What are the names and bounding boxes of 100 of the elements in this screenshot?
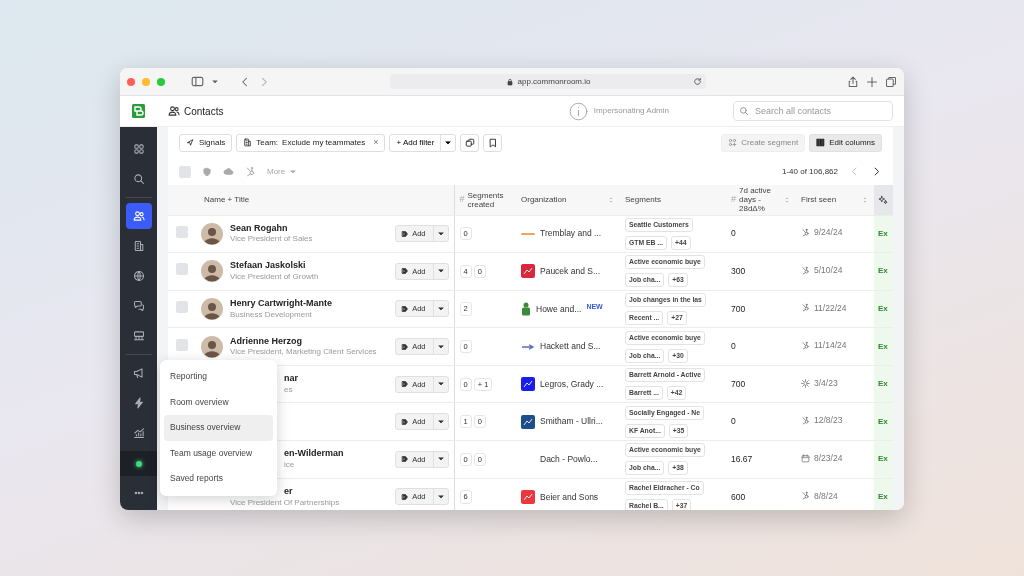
signals-button[interactable]: Signals	[179, 133, 233, 152]
contact-title: Vice President of Sales	[230, 234, 313, 245]
date-text: 12/8/23	[814, 414, 843, 428]
avatar	[201, 297, 223, 320]
building-icon	[132, 240, 145, 252]
organization-name[interactable]: Hackett and S...	[540, 340, 601, 353]
date-text: 11/22/24	[814, 301, 847, 315]
branch-icon	[801, 265, 810, 275]
date-text: 8/8/24	[814, 489, 838, 503]
caret-icon	[436, 342, 445, 351]
contact-title: ice	[283, 460, 296, 471]
share-icon[interactable]	[847, 75, 859, 88]
row-checkbox[interactable]	[176, 301, 188, 313]
bookmark-button[interactable]	[483, 133, 503, 152]
bookmark-icon	[488, 137, 498, 148]
menu-item[interactable]: Business overview	[164, 415, 273, 441]
megaphone-icon	[132, 367, 145, 379]
avatar	[201, 335, 223, 358]
contact-name[interactable]: Adrienne Herzog	[230, 335, 377, 348]
contact-title: es	[283, 384, 294, 396]
number-sign: #	[459, 193, 465, 206]
column-header[interactable]: 7d active days - 28dΔ%	[739, 185, 791, 214]
people-icon	[132, 210, 145, 222]
page-range: 1-40 of 106,862	[781, 165, 838, 178]
page-title: Contacts	[184, 104, 224, 119]
avatar	[201, 222, 223, 245]
sparkle-icon	[878, 194, 888, 205]
table-cell: 700	[726, 290, 796, 328]
calendar-icon	[801, 453, 810, 463]
table-cell: 0	[726, 215, 796, 253]
contact-title: Vice President of Growth	[230, 272, 319, 283]
column-header[interactable]: Segments created	[467, 190, 511, 209]
search-icon	[132, 173, 145, 185]
organization-name[interactable]: Howe and...	[536, 302, 582, 316]
chart-icon	[132, 427, 145, 439]
organization-name[interactable]: Dach - Powlo...	[540, 453, 598, 466]
column-header[interactable]	[874, 185, 893, 215]
select-all-checkbox[interactable]	[179, 165, 191, 178]
menu-item[interactable]: Saved reports	[164, 466, 273, 492]
row-checkbox[interactable]	[176, 338, 188, 351]
contact-title: Vice President Of Partnerships	[230, 497, 340, 508]
table-cell: Ex	[874, 290, 893, 328]
grid-icon	[132, 143, 145, 155]
table-cell: 300	[726, 252, 796, 291]
url-text: app.commonroom.io	[517, 75, 591, 88]
tag-icon	[401, 455, 410, 464]
copy-button[interactable]	[460, 133, 480, 152]
contact-name[interactable]: Sean Rogahn	[230, 222, 313, 235]
logo-icon[interactable]	[132, 104, 145, 118]
board-icon	[132, 330, 145, 342]
caret-icon	[436, 417, 445, 426]
filter-value: Exclude my teammates	[282, 136, 366, 149]
menu-item[interactable]: Reporting	[164, 364, 273, 390]
caret-icon	[289, 167, 298, 176]
organization-name[interactable]: Smitham - Ullri...	[540, 415, 603, 429]
sidebar-item[interactable]	[125, 203, 152, 229]
search-field[interactable]: Search all contacts	[733, 101, 893, 121]
sidebar-icon[interactable]	[191, 75, 204, 88]
branch-icon	[801, 416, 810, 426]
edit-columns-button[interactable]: Edit columns	[809, 133, 882, 152]
filter-chip[interactable]: Team: Exclude my teammates ×	[236, 133, 386, 152]
table-cell: 600	[726, 478, 796, 510]
caret-icon	[436, 304, 445, 313]
row-checkbox[interactable]	[176, 263, 188, 276]
table-cell: Ex	[874, 365, 893, 403]
menu-item[interactable]: Team usage overview	[164, 440, 273, 466]
contact-name[interactable]: Henry Cartwright-Mante	[230, 297, 332, 310]
contact-name[interactable]: Stefaan Jaskolski	[230, 260, 319, 273]
menu-item[interactable]: Room overview	[164, 389, 273, 415]
organization-name[interactable]: Tremblay and ...	[540, 227, 602, 241]
tag-icon	[401, 342, 410, 351]
tag-icon	[401, 304, 410, 313]
tabs-icon[interactable]	[885, 75, 897, 88]
caret-icon	[211, 77, 219, 86]
organization-name[interactable]: Beier and Sons	[540, 490, 599, 504]
date-text: 5/10/24	[814, 263, 843, 277]
table-cell: Ex	[874, 478, 893, 510]
branch-icon	[801, 491, 810, 501]
contact-title: Vice President, Marketing Client Services	[230, 347, 377, 358]
date-text: 3/4/23	[814, 376, 838, 390]
remove-button[interactable]: ×	[373, 135, 379, 150]
caret-icon	[436, 492, 445, 501]
search-icon	[739, 106, 749, 116]
address-bar[interactable]: app.commonroom.io	[390, 74, 706, 89]
table-cell: Ex	[874, 252, 893, 291]
reload-icon[interactable]	[693, 77, 702, 86]
organization-name[interactable]: Legros, Grady ...	[540, 377, 604, 391]
branch-icon	[801, 228, 810, 238]
table-cell: Ex	[874, 215, 893, 253]
organization-name[interactable]: Paucek and S...	[540, 265, 600, 278]
tag-icon	[401, 380, 410, 389]
table-cell: Ex	[874, 327, 893, 366]
row-checkbox[interactable]	[176, 225, 188, 238]
branch-icon	[801, 341, 810, 350]
table-cell: 16.67	[726, 440, 796, 479]
close-button[interactable]	[127, 77, 135, 86]
table-cell: 0	[726, 402, 796, 441]
plus-icon[interactable]	[866, 75, 878, 88]
table-cell: 0	[726, 327, 796, 366]
segment-icon	[728, 138, 738, 147]
